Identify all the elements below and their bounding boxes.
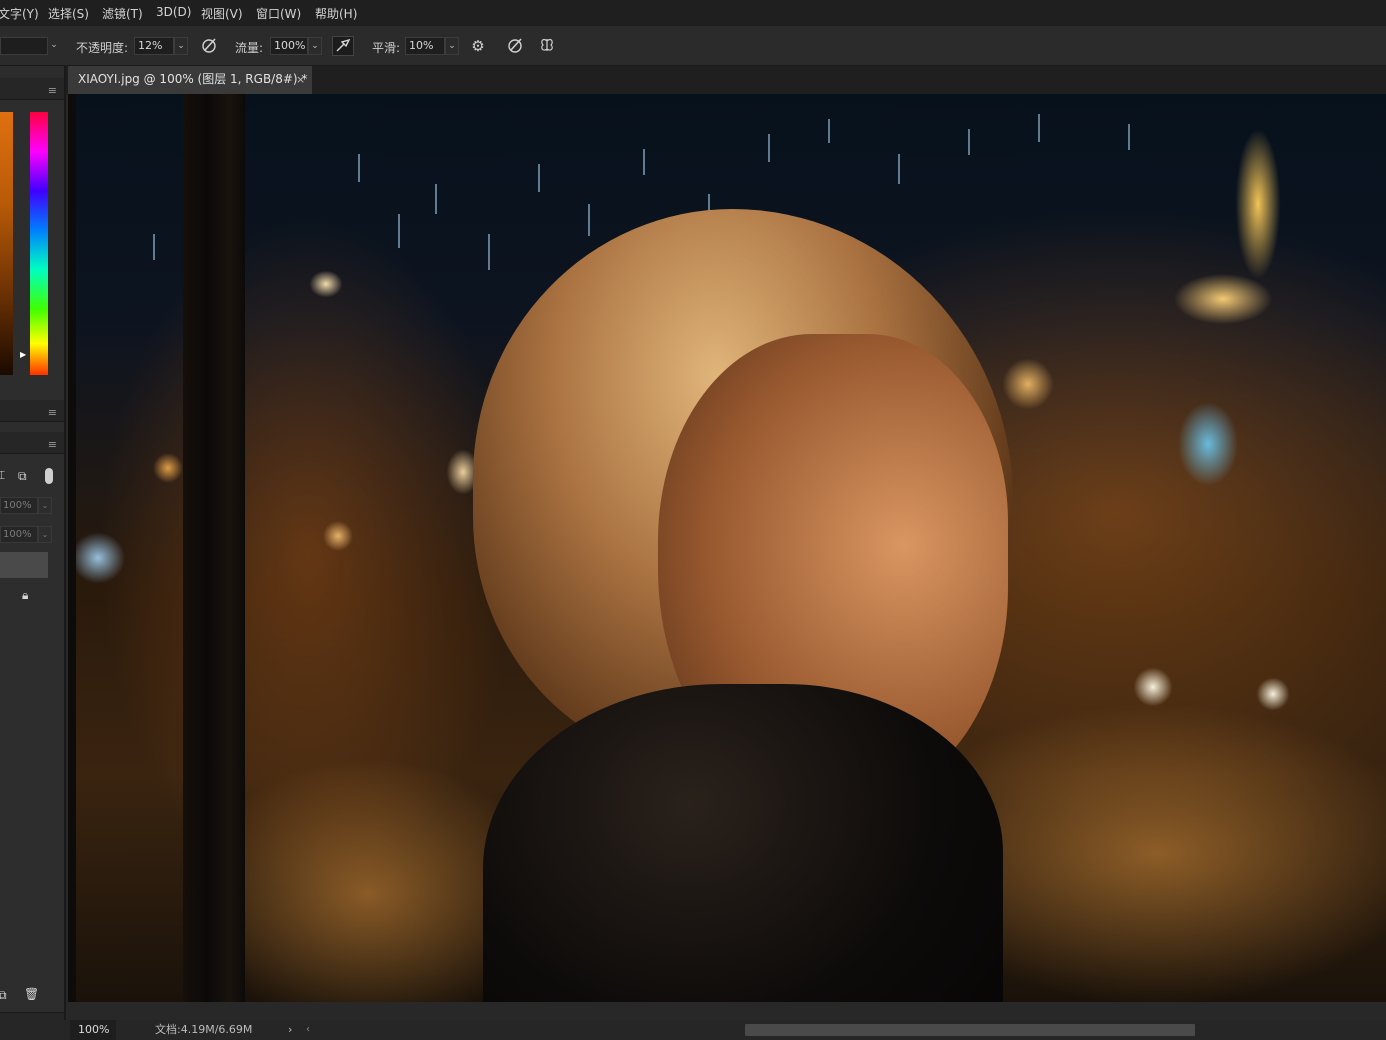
layer-lock-icon: 🔒︎	[22, 588, 29, 602]
rain-streak	[488, 234, 490, 270]
document-tab-bar: XIAOYI.jpg @ 100% (图层 1, RGB/8#) * ×	[66, 66, 1386, 94]
menu-3d[interactable]: 3D(D)	[156, 5, 191, 19]
smoothing-input[interactable]: 10%	[405, 37, 445, 55]
opacity-input[interactable]: 12%	[134, 37, 174, 55]
adjust-panel-header: ≡	[0, 400, 64, 422]
rain-streak	[358, 154, 360, 182]
mode-dropdown-icon[interactable]: ⌄	[47, 37, 61, 55]
panel-menu-icon[interactable]: ≡	[48, 438, 57, 451]
menu-type[interactable]: 文字(Y)	[0, 5, 39, 22]
lock-artboard-icon[interactable]: ⧉	[18, 469, 27, 484]
menu-select[interactable]: 选择(S)	[48, 5, 89, 22]
rain-streak	[153, 234, 155, 260]
color-field[interactable]	[0, 112, 13, 375]
layer-row[interactable]	[0, 552, 48, 578]
airbrush-icon[interactable]	[332, 36, 354, 56]
pressure-opacity-icon[interactable]	[198, 36, 220, 56]
color-slider-marker-icon: ▶	[20, 350, 27, 359]
zoom-field[interactable]: 100%	[70, 1020, 116, 1040]
layer-opacity-dropdown-icon[interactable]: ⌄	[38, 497, 52, 514]
flow-input[interactable]: 100%	[270, 37, 308, 55]
close-icon[interactable]: ×	[296, 66, 305, 93]
status-bar: 100% 文档:4.19M/6.69M › ‹	[0, 1020, 1386, 1040]
jacket-shape	[483, 684, 1003, 1002]
rain-streak	[538, 164, 540, 192]
rain-streak	[898, 154, 900, 184]
scroll-left-arrow-icon[interactable]: ‹	[306, 1020, 310, 1040]
document-tab-title: XIAOYI.jpg @ 100% (图层 1, RGB/8#) *	[78, 72, 308, 86]
color-panel-header: ≡	[0, 78, 64, 100]
opacity-dropdown-icon[interactable]: ⌄	[174, 37, 188, 55]
flow-dropdown-icon[interactable]: ⌄	[308, 37, 322, 55]
menu-filter[interactable]: 滤镜(T)	[102, 5, 143, 22]
new-layer-icon[interactable]: ⧉	[0, 988, 7, 1003]
rain-streak	[1128, 124, 1130, 150]
smoothing-dropdown-icon[interactable]: ⌄	[445, 37, 459, 55]
layer-opacity-input[interactable]: 100%	[0, 497, 38, 514]
options-bar: ⌄ 不透明度: 12% ⌄ 流量: 100% ⌄ 平滑: 10% ⌄ ⚙	[0, 26, 1386, 66]
image-canvas[interactable]	[68, 94, 1386, 1002]
lock-position-icon[interactable]: ⌶	[0, 468, 5, 483]
layer-fill-dropdown-icon[interactable]: ⌄	[38, 526, 52, 543]
smoothing-label: 平滑:	[372, 41, 401, 55]
window-pillar	[183, 94, 245, 1002]
trash-icon[interactable]: 🗑︎	[24, 987, 39, 1001]
symmetry-icon[interactable]	[536, 36, 558, 56]
toggle-knob[interactable]	[45, 468, 53, 484]
rain-streak	[398, 214, 400, 248]
rain-streak	[968, 129, 970, 155]
document-size-info: 文档:4.19M/6.69M	[155, 1023, 253, 1036]
rain-streak	[643, 149, 645, 175]
opacity-label: 不透明度:	[76, 41, 129, 55]
status-menu-arrow-icon[interactable]: ›	[288, 1020, 292, 1040]
menu-bar: 文字(Y) 选择(S) 滤镜(T) 3D(D) 视图(V) 窗口(W) 帮助(H…	[0, 0, 1386, 26]
hue-slider[interactable]	[30, 112, 48, 375]
layer-fill-input[interactable]: 100%	[0, 526, 38, 543]
left-panel: ≡ ▶ ≡ ≡ ⌶ ⧉ 100% ⌄ 100% ⌄ 🔒︎ ⧉ 🗑︎ ≡	[0, 66, 66, 1034]
window-frame-left	[68, 94, 76, 1002]
document-tab[interactable]: XIAOYI.jpg @ 100% (图层 1, RGB/8#) * ×	[68, 66, 312, 94]
menu-view[interactable]: 视图(V)	[201, 5, 243, 22]
pressure-size-icon[interactable]	[504, 36, 526, 56]
flow-label: 流量:	[235, 41, 264, 55]
horizontal-scrollbar[interactable]	[745, 1024, 1195, 1036]
rain-streak	[435, 184, 437, 214]
mode-select[interactable]	[0, 37, 48, 55]
rain-streak	[1038, 114, 1040, 142]
menu-help[interactable]: 帮助(H)	[315, 5, 357, 22]
rain-streak	[588, 204, 590, 236]
rain-streak	[768, 134, 770, 162]
panel-menu-icon[interactable]: ≡	[48, 406, 57, 419]
gear-icon[interactable]: ⚙	[467, 36, 489, 56]
rain-streak	[828, 119, 830, 143]
menu-window[interactable]: 窗口(W)	[256, 5, 301, 22]
panel-menu-icon[interactable]: ≡	[48, 84, 57, 97]
layers-panel-header: ≡	[0, 432, 64, 454]
